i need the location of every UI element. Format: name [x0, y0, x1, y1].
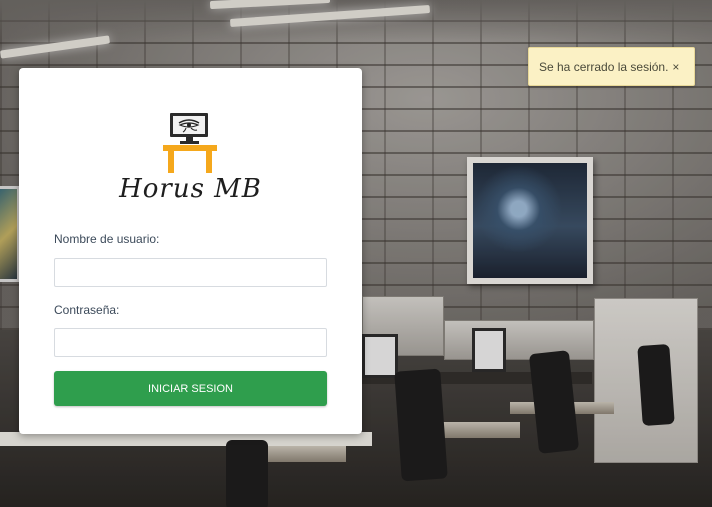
logout-toast: Se ha cerrado la sesión. × — [528, 47, 695, 86]
toast-message: Se ha cerrado la sesión. — [539, 59, 669, 74]
username-label: Nombre de usuario: — [54, 232, 160, 246]
password-label: Contraseña: — [54, 303, 120, 317]
password-input[interactable] — [54, 328, 327, 357]
login-button[interactable]: INICIAR SESION — [54, 371, 327, 406]
toast-close-button[interactable]: × — [672, 60, 679, 74]
brand-name: Horus MB — [119, 174, 262, 204]
computer-desk-eye-icon — [163, 113, 217, 173]
login-card: Horus MB Nombre de usuario: Contraseña: … — [19, 68, 362, 434]
username-input[interactable] — [54, 258, 327, 287]
